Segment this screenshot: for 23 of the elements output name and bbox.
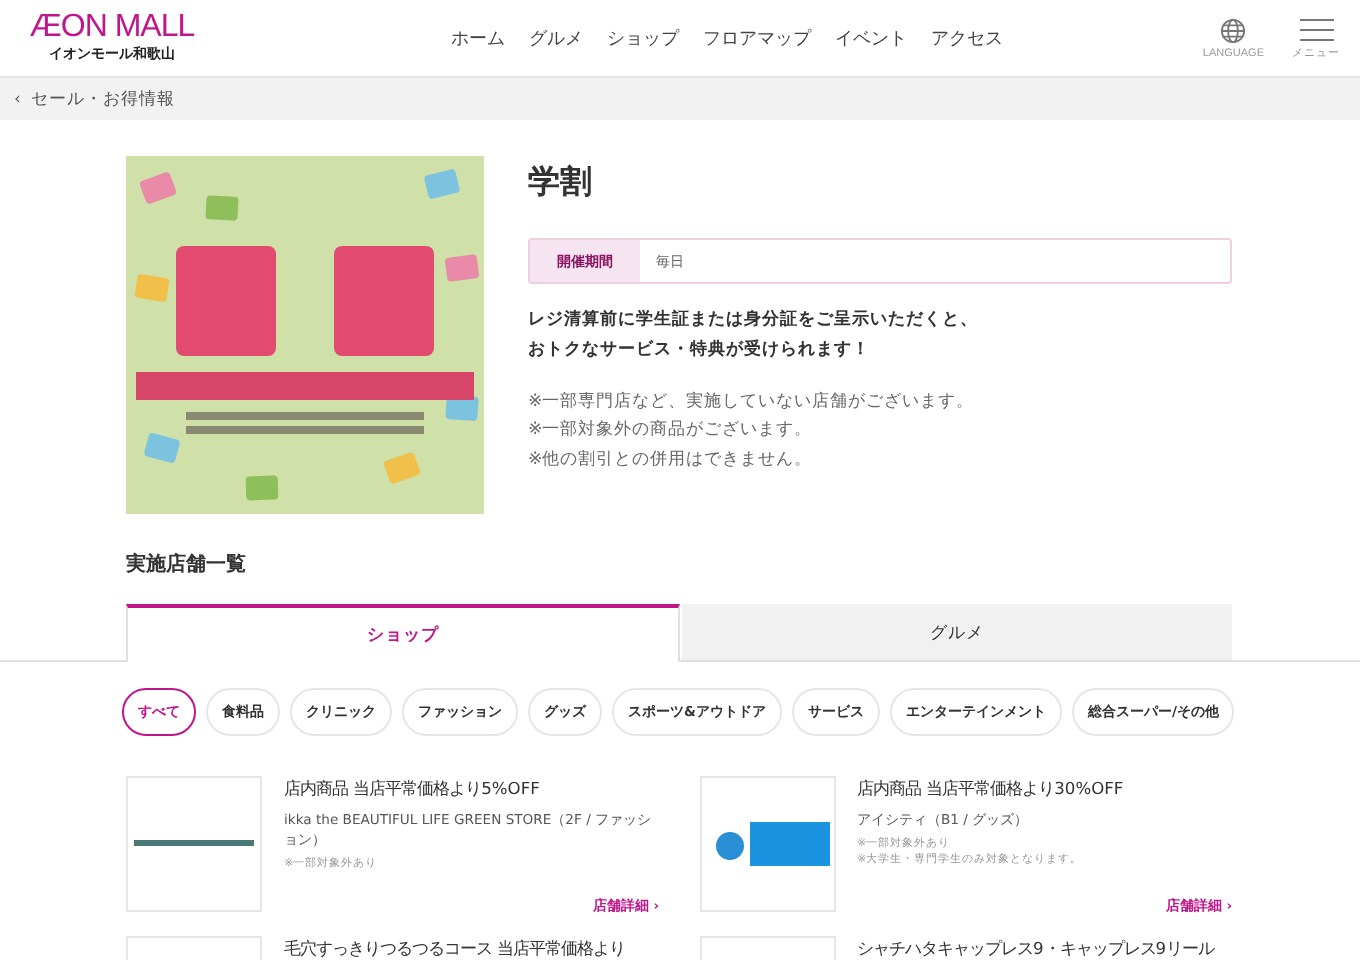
globe-icon[interactable] bbox=[1220, 17, 1247, 43]
note-text: ※一部専門店など、実施していない店舗がございます。 bbox=[528, 389, 977, 416]
back-icon[interactable]: ‹ bbox=[14, 89, 21, 109]
section-title: 実施店舗一覧 bbox=[126, 550, 248, 578]
offer-title: 毛穴すっきりつるつるコース 当店平常価格より bbox=[284, 938, 628, 960]
tab[interactable]: グルメ bbox=[682, 604, 1232, 660]
note-text: ※他の割引との併用はできません。 bbox=[528, 447, 815, 474]
nav-link[interactable]: グルメ bbox=[529, 25, 584, 51]
page-title: 学割 bbox=[528, 162, 594, 204]
nav-link[interactable]: イベント bbox=[835, 25, 908, 51]
tab[interactable]: ショップ bbox=[126, 604, 680, 662]
nav-link[interactable]: フロアマップ bbox=[703, 25, 812, 51]
nav-link[interactable]: ホーム bbox=[451, 25, 506, 51]
nav-link[interactable]: アクセス bbox=[931, 25, 1004, 51]
offer-title: シャチハタキャップレス9・キャップレス9リール bbox=[857, 938, 1217, 960]
lead-text: レジ清算前に学生証または身分証をご呈示いただくと、 おトクなサービス・特典が受けられます！ bbox=[528, 307, 980, 364]
offer-title: 店内商品 当店平常価格より5%OFF bbox=[284, 778, 542, 800]
note-text: ※一部対象外の商品がございます。 bbox=[528, 417, 815, 445]
nav-link[interactable]: ショップ bbox=[607, 25, 680, 51]
breadcrumb-link[interactable]: セール・お得情報 bbox=[30, 87, 175, 111]
logo-text[interactable]: ÆON MALL bbox=[29, 12, 195, 44]
menu-icon[interactable] bbox=[1299, 17, 1333, 41]
offer-title: 店内商品 当店平常価格より30%OFF bbox=[857, 778, 1126, 800]
